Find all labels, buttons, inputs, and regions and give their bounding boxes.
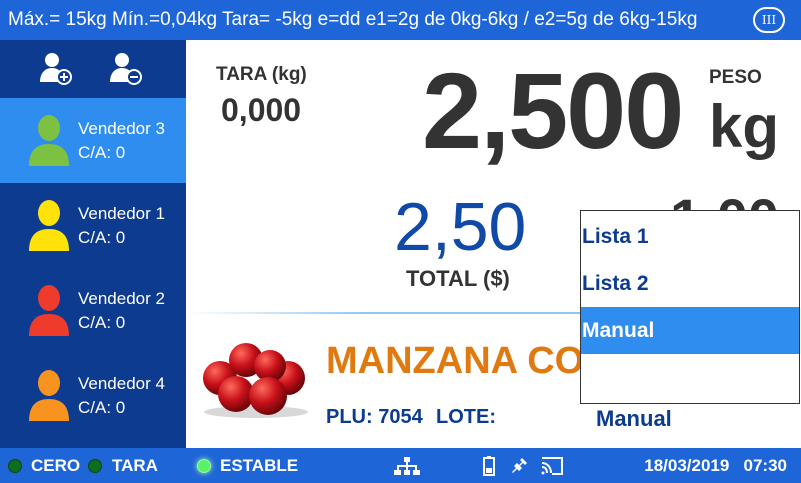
battery-icon (483, 456, 495, 476)
user-avatar-icon (29, 200, 69, 251)
weight-label: PESO (709, 67, 762, 88)
seller-item-vendedor-4[interactable]: Vendedor 4 C/A: 0 (0, 353, 186, 438)
dropdown-item-lista-1[interactable]: Lista 1 (581, 213, 799, 260)
date-label: 18/03/2019 (644, 456, 730, 475)
status-bar: CERO TARA ESTABLE 18/03/2019 07:30 (0, 448, 801, 483)
weight-value: 2,500 (422, 50, 684, 171)
seller-actions (0, 40, 186, 96)
seller-name: Vendedor 3 (78, 119, 165, 138)
lote-label: LOTE: (436, 406, 496, 428)
seller-count: C/A: 0 (78, 228, 126, 247)
dropdown-item-manual[interactable]: Manual (581, 307, 799, 354)
seller-count: C/A: 0 (78, 143, 126, 162)
user-avatar-icon (29, 285, 69, 336)
weight-unit: kg (709, 93, 780, 160)
tara-value: 0,000 (221, 92, 302, 128)
add-user-icon (40, 53, 72, 85)
estable-indicator-icon (197, 459, 211, 473)
tara-status-label: TARA (112, 456, 158, 475)
accuracy-class-badge: III (753, 7, 785, 33)
seller-sidebar: Vendedor 3 C/A: 0 Vendedor 1 C/A: 0 Vend… (0, 40, 186, 448)
price-list-dropdown: Lista 1 Lista 2 Manual (580, 210, 800, 404)
estable-label: ESTABLE (220, 456, 299, 475)
seller-item-vendedor-3[interactable]: Vendedor 3 C/A: 0 (0, 98, 186, 183)
network-icon (394, 457, 420, 475)
dropdown-item-lista-2[interactable]: Lista 2 (581, 260, 799, 307)
seller-name: Vendedor 4 (78, 374, 165, 393)
add-seller-button[interactable] (38, 50, 74, 86)
spec-text: Máx.= 15kg Mín.=0,04kg Tara= -5kg e=dd e… (8, 9, 698, 30)
tara-indicator-icon (88, 459, 102, 473)
power-plug-icon (512, 458, 527, 473)
date-time: 18/03/2019 07:30 (644, 456, 787, 476)
cero-indicator-icon (8, 459, 22, 473)
user-avatar-icon (29, 115, 69, 166)
remove-seller-button[interactable] (108, 50, 144, 86)
metrology-spec-bar: Máx.= 15kg Mín.=0,04kg Tara= -5kg e=dd e… (0, 0, 801, 40)
total-value: 2,50 (394, 189, 527, 265)
total-label: TOTAL ($) (406, 266, 510, 291)
apples-product-image (203, 343, 308, 418)
seller-name: Vendedor 2 (78, 289, 165, 308)
seller-count: C/A: 0 (78, 398, 126, 417)
plu-code: PLU: 7054 (326, 406, 423, 428)
price-list-mode[interactable]: Manual (596, 406, 672, 432)
seller-item-vendedor-1[interactable]: Vendedor 1 C/A: 0 (0, 183, 186, 268)
user-avatar-icon (29, 370, 69, 421)
seller-count: C/A: 0 (78, 313, 126, 332)
seller-item-vendedor-2[interactable]: Vendedor 2 C/A: 0 (0, 268, 186, 353)
tara-label: TARA (kg) (216, 64, 307, 85)
remove-user-icon (110, 53, 142, 85)
seller-name: Vendedor 1 (78, 204, 165, 223)
time-label: 07:30 (743, 456, 787, 475)
cast-icon (541, 457, 563, 475)
cero-label: CERO (31, 456, 81, 475)
